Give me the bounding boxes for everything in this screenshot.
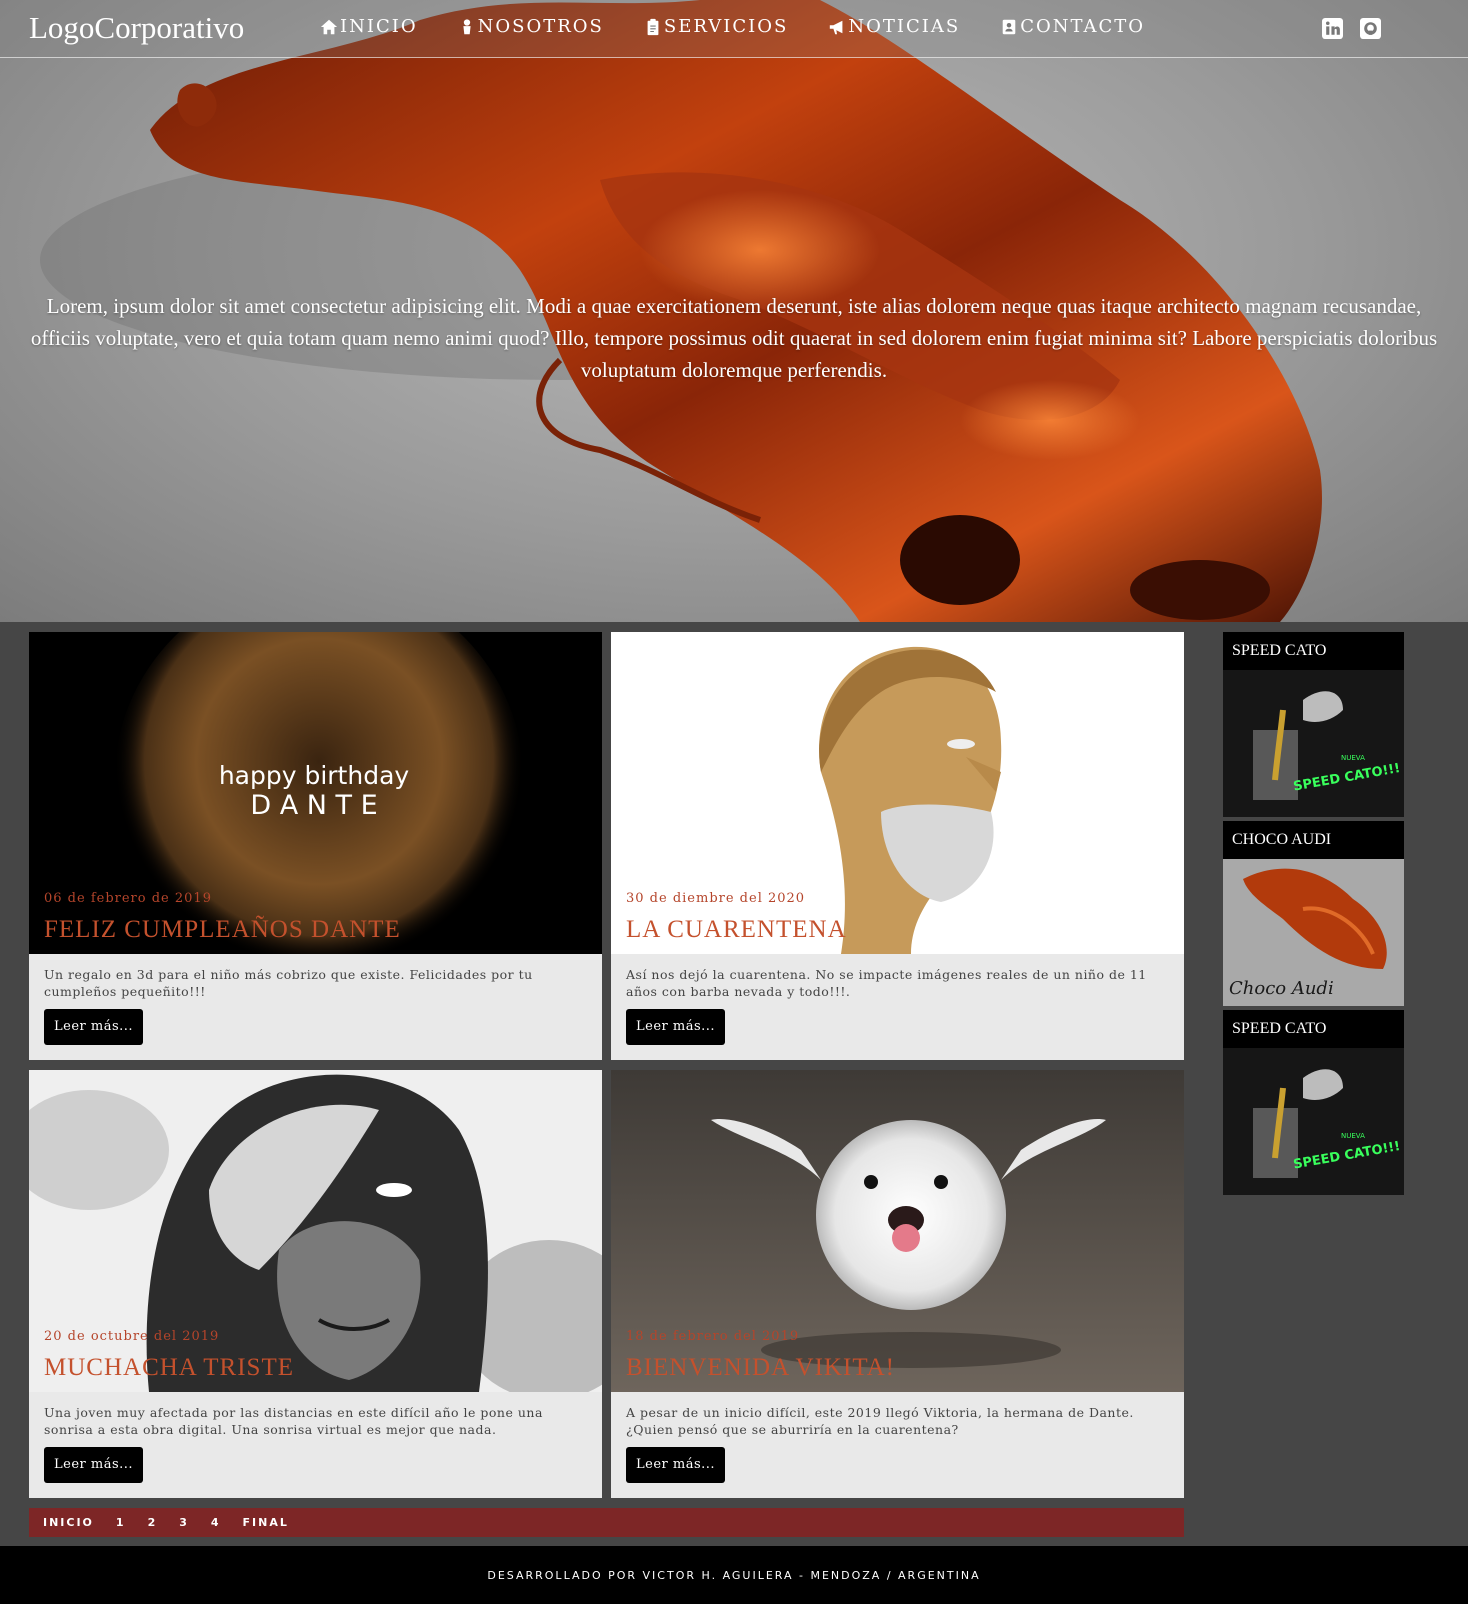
news-card: 30 de diembre del 2020 LA CUARENTENA Así… [611, 632, 1184, 1060]
news-card: happy birthday D A N T E 06 de febrero d… [29, 632, 602, 1060]
linkedin-icon[interactable] [1322, 18, 1343, 39]
page-link-4[interactable]: 4 [211, 1516, 221, 1529]
card-title[interactable]: LA CUARENTENA [626, 916, 847, 944]
page-link-1[interactable]: 1 [116, 1516, 126, 1529]
clipboard-icon [647, 18, 659, 35]
menu-item-label: CONTACTO [1020, 16, 1146, 37]
svg-text:Choco Audi: Choco Audi [1229, 978, 1334, 999]
user-icon [463, 18, 471, 34]
menu-item-label: NOTICIAS [848, 16, 961, 37]
news-card: 18 de febrero del 2019 BIENVENIDA VIKITA… [611, 1070, 1184, 1498]
sidebar-item-speed-cato[interactable]: SPEED CATO NUEVA SPEED CATO!!! [1223, 632, 1404, 817]
hero-text: Lorem, ipsum dolor sit amet consectetur … [30, 294, 1438, 382]
sidebar-item-title: SPEED CATO [1223, 632, 1404, 670]
choco-audi-image: Choco Audi [1223, 859, 1404, 1006]
read-more-button[interactable]: Leer más... [44, 1009, 144, 1045]
menu-item-label: SERVICIOS [663, 16, 789, 37]
sidebar-item-speed-cato[interactable]: SPEED CATO NUEVA SPEED CATO!!! [1223, 1010, 1404, 1195]
card-date: 30 de diembre del 2020 [626, 891, 806, 906]
menu-item-label: NOSOTROS [477, 16, 604, 37]
footer-credits: DESARROLLADO POR VICTOR H. AGUILERA - ME… [0, 1546, 1468, 1604]
menu-item-contacto[interactable]: CONTACTO [1000, 16, 1145, 37]
card-title[interactable]: BIENVENIDA VIKITA! [626, 1354, 895, 1382]
card-description: Una joven muy afectada por las distancia… [44, 1405, 543, 1437]
sidebar-item-choco-audi[interactable]: CHOCO AUDI Choco Audi [1223, 821, 1404, 1006]
github-icon[interactable] [1360, 18, 1381, 39]
news-card: 20 de octubre del 2019 MUCHACHA TRISTE U… [29, 1070, 602, 1498]
menu-item-inicio[interactable]: INICIO [320, 16, 418, 37]
hero-banner: Lorem, ipsum dolor sit amet consectetur … [0, 0, 1468, 622]
dante-caption: D A N T E [250, 790, 377, 821]
birthday-caption: happy birthday [219, 761, 410, 790]
contact-card-icon [1002, 19, 1016, 34]
page-link-final[interactable]: FINAL [243, 1516, 289, 1529]
page-link-inicio[interactable]: INICIO [43, 1516, 94, 1529]
home-icon [320, 19, 338, 34]
speed-cato-image: NUEVA SPEED CATO!!! [1223, 1048, 1404, 1195]
read-more-button[interactable]: Leer más... [626, 1009, 726, 1045]
card-date: 20 de octubre del 2019 [44, 1329, 220, 1344]
megaphone-icon [830, 20, 843, 34]
page-link-3[interactable]: 3 [179, 1516, 189, 1529]
sidebar-item-title: CHOCO AUDI [1223, 821, 1404, 859]
read-more-button[interactable]: Leer más... [44, 1447, 144, 1483]
card-title[interactable]: FELIZ CUMPLEAÑOS DANTE [44, 916, 401, 944]
menu-item-nosotros[interactable]: NOSOTROS [458, 16, 604, 37]
site-logo[interactable]: LogoCorporativo [29, 10, 244, 46]
top-navbar: LogoCorporativo INICIO NOSOTROS SERVICIO… [0, 0, 1468, 58]
card-date: 18 de febrero del 2019 [626, 1329, 800, 1344]
card-description: A pesar de un inicio difícil, este 2019 … [626, 1405, 1134, 1437]
pagination: INICIO 1 2 3 4 FINAL [29, 1508, 1184, 1537]
speed-cato-image: NUEVA SPEED CATO!!! [1223, 670, 1404, 817]
main-menu: INICIO NOSOTROS SERVICIOS NOTICIAS CONTA… [320, 16, 1185, 37]
read-more-button[interactable]: Leer más... [626, 1447, 726, 1483]
card-description: Así nos dejó la cuarentena. No se impact… [626, 967, 1147, 999]
svg-text:NUEVA: NUEVA [1341, 754, 1365, 762]
menu-item-servicios[interactable]: SERVICIOS [644, 16, 788, 37]
menu-item-label: INICIO [340, 16, 418, 37]
page-link-2[interactable]: 2 [148, 1516, 158, 1529]
card-date: 06 de febrero de 2019 [44, 891, 212, 906]
sidebar-item-title: SPEED CATO [1223, 1010, 1404, 1048]
menu-item-noticias[interactable]: NOTICIAS [828, 16, 960, 37]
card-description: Un regalo en 3d para el niño más cobrizo… [44, 967, 533, 999]
card-title[interactable]: MUCHACHA TRISTE [44, 1354, 294, 1382]
svg-text:NUEVA: NUEVA [1341, 1132, 1365, 1140]
